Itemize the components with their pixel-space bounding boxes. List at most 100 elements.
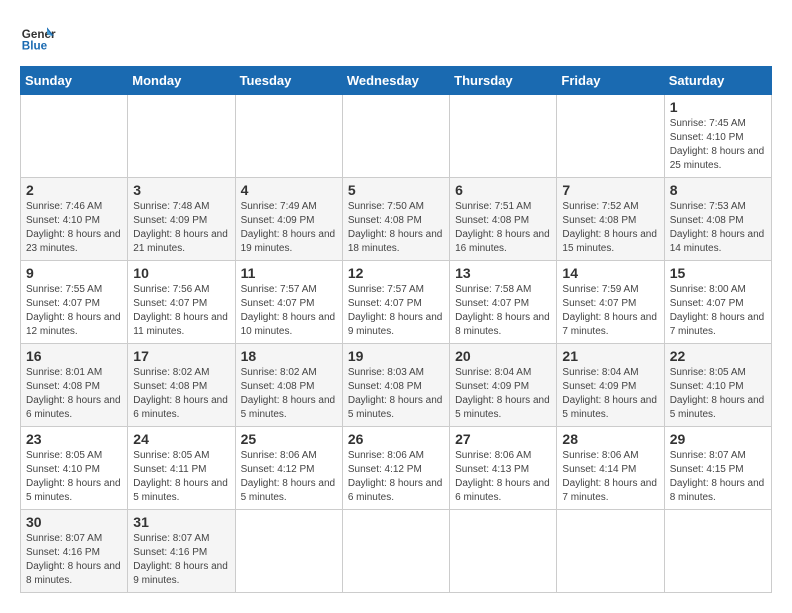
calendar-cell: 24 Sunrise: 8:05 AM Sunset: 4:11 PM Dayl… (128, 427, 235, 510)
calendar-cell (235, 510, 342, 593)
day-number: 24 (133, 431, 229, 447)
logo-icon: General Blue (20, 20, 56, 56)
calendar-cell: 9 Sunrise: 7:55 AM Sunset: 4:07 PM Dayli… (21, 261, 128, 344)
weekday-header: Friday (557, 67, 664, 95)
day-number: 3 (133, 182, 229, 198)
day-info: Sunrise: 8:06 AM Sunset: 4:12 PM Dayligh… (241, 450, 336, 503)
calendar-cell: 23 Sunrise: 8:05 AM Sunset: 4:10 PM Dayl… (21, 427, 128, 510)
calendar-cell: 26 Sunrise: 8:06 AM Sunset: 4:12 PM Dayl… (342, 427, 449, 510)
day-number: 14 (562, 265, 658, 281)
calendar-cell: 13 Sunrise: 7:58 AM Sunset: 4:07 PM Dayl… (450, 261, 557, 344)
calendar-header-row: SundayMondayTuesdayWednesdayThursdayFrid… (21, 67, 772, 95)
day-info: Sunrise: 7:49 AM Sunset: 4:09 PM Dayligh… (241, 201, 336, 254)
calendar-cell (450, 510, 557, 593)
day-number: 6 (455, 182, 551, 198)
weekday-header: Wednesday (342, 67, 449, 95)
day-number: 17 (133, 348, 229, 364)
day-number: 31 (133, 514, 229, 530)
day-number: 18 (241, 348, 337, 364)
calendar-cell: 18 Sunrise: 8:02 AM Sunset: 4:08 PM Dayl… (235, 344, 342, 427)
svg-text:Blue: Blue (22, 40, 48, 53)
calendar-table: SundayMondayTuesdayWednesdayThursdayFrid… (20, 66, 772, 593)
calendar-cell: 29 Sunrise: 8:07 AM Sunset: 4:15 PM Dayl… (664, 427, 771, 510)
page-header: General Blue (20, 20, 772, 56)
calendar-cell: 28 Sunrise: 8:06 AM Sunset: 4:14 PM Dayl… (557, 427, 664, 510)
calendar-week-row: 16 Sunrise: 8:01 AM Sunset: 4:08 PM Dayl… (21, 344, 772, 427)
calendar-cell: 31 Sunrise: 8:07 AM Sunset: 4:16 PM Dayl… (128, 510, 235, 593)
day-number: 19 (348, 348, 444, 364)
calendar-cell (557, 510, 664, 593)
day-info: Sunrise: 8:05 AM Sunset: 4:10 PM Dayligh… (26, 450, 121, 503)
day-number: 27 (455, 431, 551, 447)
day-info: Sunrise: 7:48 AM Sunset: 4:09 PM Dayligh… (133, 201, 228, 254)
calendar-cell: 19 Sunrise: 8:03 AM Sunset: 4:08 PM Dayl… (342, 344, 449, 427)
calendar-cell (128, 95, 235, 178)
day-info: Sunrise: 8:07 AM Sunset: 4:16 PM Dayligh… (133, 533, 228, 586)
calendar-cell: 27 Sunrise: 8:06 AM Sunset: 4:13 PM Dayl… (450, 427, 557, 510)
day-number: 23 (26, 431, 122, 447)
calendar-cell: 4 Sunrise: 7:49 AM Sunset: 4:09 PM Dayli… (235, 178, 342, 261)
day-info: Sunrise: 8:07 AM Sunset: 4:16 PM Dayligh… (26, 533, 121, 586)
day-info: Sunrise: 8:06 AM Sunset: 4:12 PM Dayligh… (348, 450, 443, 503)
day-info: Sunrise: 7:51 AM Sunset: 4:08 PM Dayligh… (455, 201, 550, 254)
day-number: 26 (348, 431, 444, 447)
calendar-cell (664, 510, 771, 593)
calendar-cell: 16 Sunrise: 8:01 AM Sunset: 4:08 PM Dayl… (21, 344, 128, 427)
day-info: Sunrise: 8:02 AM Sunset: 4:08 PM Dayligh… (241, 367, 336, 420)
day-number: 30 (26, 514, 122, 530)
day-info: Sunrise: 8:04 AM Sunset: 4:09 PM Dayligh… (455, 367, 550, 420)
day-info: Sunrise: 8:00 AM Sunset: 4:07 PM Dayligh… (670, 284, 765, 337)
day-info: Sunrise: 7:59 AM Sunset: 4:07 PM Dayligh… (562, 284, 657, 337)
calendar-cell: 20 Sunrise: 8:04 AM Sunset: 4:09 PM Dayl… (450, 344, 557, 427)
calendar-cell: 7 Sunrise: 7:52 AM Sunset: 4:08 PM Dayli… (557, 178, 664, 261)
calendar-cell (21, 95, 128, 178)
day-info: Sunrise: 7:56 AM Sunset: 4:07 PM Dayligh… (133, 284, 228, 337)
calendar-week-row: 9 Sunrise: 7:55 AM Sunset: 4:07 PM Dayli… (21, 261, 772, 344)
day-info: Sunrise: 7:46 AM Sunset: 4:10 PM Dayligh… (26, 201, 121, 254)
day-info: Sunrise: 8:06 AM Sunset: 4:14 PM Dayligh… (562, 450, 657, 503)
weekday-header: Saturday (664, 67, 771, 95)
calendar-week-row: 30 Sunrise: 8:07 AM Sunset: 4:16 PM Dayl… (21, 510, 772, 593)
calendar-cell: 15 Sunrise: 8:00 AM Sunset: 4:07 PM Dayl… (664, 261, 771, 344)
calendar-cell: 3 Sunrise: 7:48 AM Sunset: 4:09 PM Dayli… (128, 178, 235, 261)
calendar-cell: 5 Sunrise: 7:50 AM Sunset: 4:08 PM Dayli… (342, 178, 449, 261)
day-info: Sunrise: 7:45 AM Sunset: 4:10 PM Dayligh… (670, 118, 765, 171)
day-number: 5 (348, 182, 444, 198)
day-info: Sunrise: 7:50 AM Sunset: 4:08 PM Dayligh… (348, 201, 443, 254)
calendar-cell: 25 Sunrise: 8:06 AM Sunset: 4:12 PM Dayl… (235, 427, 342, 510)
day-number: 29 (670, 431, 766, 447)
day-info: Sunrise: 8:04 AM Sunset: 4:09 PM Dayligh… (562, 367, 657, 420)
day-number: 12 (348, 265, 444, 281)
day-info: Sunrise: 8:05 AM Sunset: 4:10 PM Dayligh… (670, 367, 765, 420)
day-info: Sunrise: 7:55 AM Sunset: 4:07 PM Dayligh… (26, 284, 121, 337)
day-info: Sunrise: 7:57 AM Sunset: 4:07 PM Dayligh… (348, 284, 443, 337)
day-number: 9 (26, 265, 122, 281)
day-number: 16 (26, 348, 122, 364)
calendar-cell: 30 Sunrise: 8:07 AM Sunset: 4:16 PM Dayl… (21, 510, 128, 593)
calendar-week-row: 1 Sunrise: 7:45 AM Sunset: 4:10 PM Dayli… (21, 95, 772, 178)
day-info: Sunrise: 8:05 AM Sunset: 4:11 PM Dayligh… (133, 450, 228, 503)
calendar-cell (450, 95, 557, 178)
calendar-week-row: 23 Sunrise: 8:05 AM Sunset: 4:10 PM Dayl… (21, 427, 772, 510)
day-info: Sunrise: 8:07 AM Sunset: 4:15 PM Dayligh… (670, 450, 765, 503)
day-info: Sunrise: 7:52 AM Sunset: 4:08 PM Dayligh… (562, 201, 657, 254)
calendar-cell: 1 Sunrise: 7:45 AM Sunset: 4:10 PM Dayli… (664, 95, 771, 178)
calendar-cell: 6 Sunrise: 7:51 AM Sunset: 4:08 PM Dayli… (450, 178, 557, 261)
calendar-cell: 17 Sunrise: 8:02 AM Sunset: 4:08 PM Dayl… (128, 344, 235, 427)
day-number: 28 (562, 431, 658, 447)
day-number: 7 (562, 182, 658, 198)
calendar-cell: 11 Sunrise: 7:57 AM Sunset: 4:07 PM Dayl… (235, 261, 342, 344)
day-number: 8 (670, 182, 766, 198)
calendar-cell (235, 95, 342, 178)
calendar-cell (342, 510, 449, 593)
calendar-cell: 2 Sunrise: 7:46 AM Sunset: 4:10 PM Dayli… (21, 178, 128, 261)
calendar-cell: 10 Sunrise: 7:56 AM Sunset: 4:07 PM Dayl… (128, 261, 235, 344)
calendar-cell: 14 Sunrise: 7:59 AM Sunset: 4:07 PM Dayl… (557, 261, 664, 344)
weekday-header: Monday (128, 67, 235, 95)
day-number: 2 (26, 182, 122, 198)
calendar-week-row: 2 Sunrise: 7:46 AM Sunset: 4:10 PM Dayli… (21, 178, 772, 261)
calendar-cell: 12 Sunrise: 7:57 AM Sunset: 4:07 PM Dayl… (342, 261, 449, 344)
day-info: Sunrise: 8:01 AM Sunset: 4:08 PM Dayligh… (26, 367, 121, 420)
logo: General Blue (20, 20, 62, 56)
calendar-cell: 8 Sunrise: 7:53 AM Sunset: 4:08 PM Dayli… (664, 178, 771, 261)
